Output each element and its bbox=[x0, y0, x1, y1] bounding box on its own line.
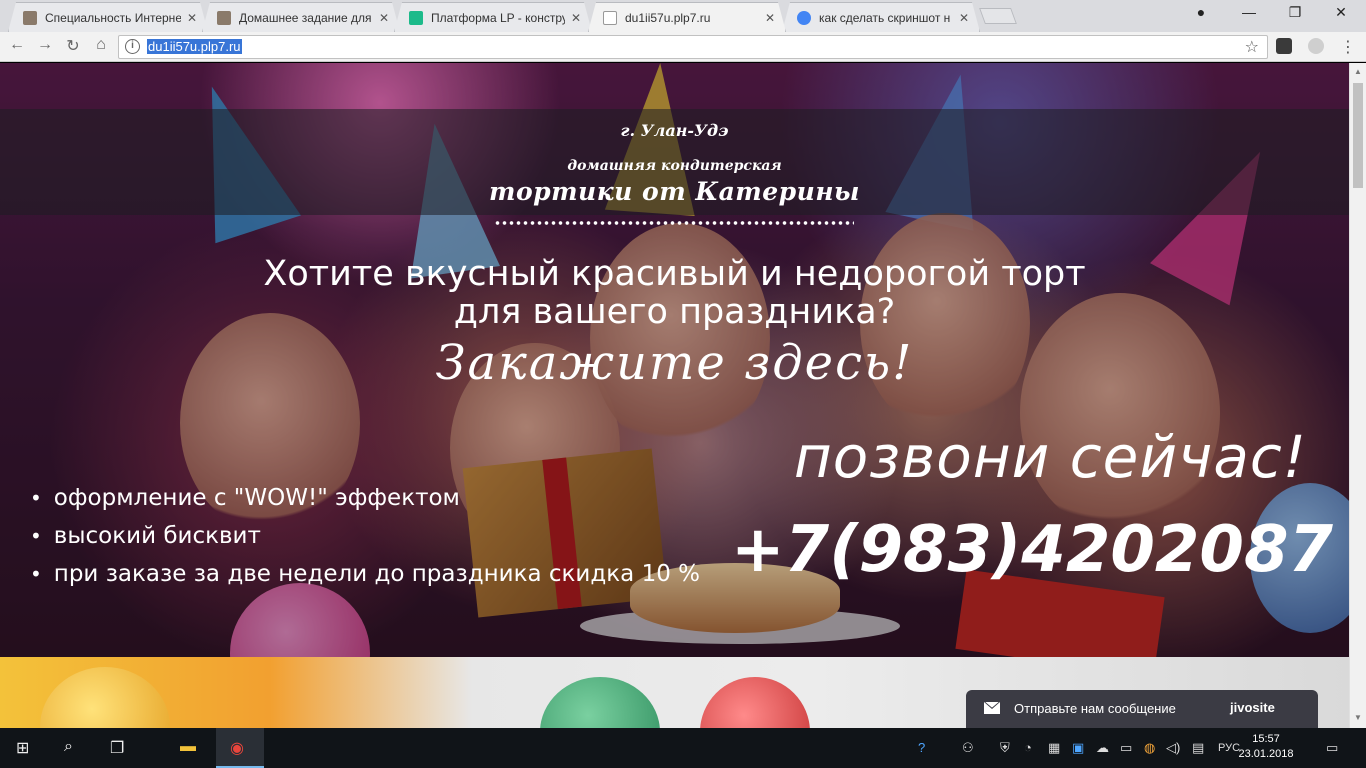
google-favicon-icon bbox=[797, 11, 811, 25]
envelope-icon bbox=[984, 702, 1000, 714]
scroll-down-arrow-icon[interactable]: ▼ bbox=[1354, 713, 1362, 722]
browser-menu-icon[interactable]: ⋮ bbox=[1340, 37, 1356, 57]
notifications-icon[interactable]: ▭ bbox=[1326, 740, 1338, 756]
close-icon[interactable]: ✕ bbox=[379, 11, 389, 25]
search-icon[interactable]: ⌕ bbox=[64, 738, 73, 756]
jivosite-logo: jivosite bbox=[1230, 700, 1275, 715]
balloon-decoration bbox=[700, 677, 810, 728]
extension-icon[interactable] bbox=[1308, 38, 1324, 54]
balloon-decoration bbox=[540, 677, 660, 728]
feature-item: высокий бисквит bbox=[30, 517, 700, 555]
tab-title: du1ii57u.plp7.ru bbox=[625, 10, 711, 25]
tab-title: Специальность Интерне bbox=[45, 10, 181, 25]
chrome-taskbar-button[interactable]: ◉ bbox=[216, 728, 264, 768]
close-icon[interactable]: ✕ bbox=[187, 11, 197, 25]
reload-icon[interactable]: ↻ bbox=[62, 36, 84, 56]
file-explorer-button[interactable]: ▬ bbox=[166, 728, 214, 768]
browser-tab-3[interactable]: Платформа LP - констру ✕ bbox=[394, 2, 592, 32]
profile-icon[interactable]: ● bbox=[1178, 4, 1224, 20]
forward-arrow-icon[interactable]: → bbox=[34, 36, 56, 54]
page-viewport: г. Улан-Удэ домашняя кондитерская тортик… bbox=[0, 63, 1349, 728]
feature-item: при заказе за две недели до праздника ск… bbox=[30, 555, 700, 593]
tray-app-icon[interactable]: ▦ bbox=[1048, 740, 1060, 756]
browser-tab-5[interactable]: как сделать скриншот н ✕ bbox=[782, 2, 980, 32]
page-scrollbar[interactable]: ▲ ▼ bbox=[1349, 63, 1366, 728]
new-tab-button[interactable] bbox=[979, 8, 1017, 24]
chat-widget-label[interactable]: Отправьте нам сообщение bbox=[1014, 701, 1176, 716]
system-clock[interactable]: 15:57 23.01.2018 bbox=[1236, 732, 1296, 762]
extension-icon[interactable] bbox=[1276, 38, 1292, 54]
balloon-decoration bbox=[40, 667, 170, 728]
tray-app-icon[interactable]: ▣ bbox=[1072, 740, 1084, 756]
keyboard-icon[interactable]: ▤ bbox=[1192, 740, 1204, 756]
clock-date: 23.01.2018 bbox=[1238, 748, 1294, 760]
headline-line-2: для вашего праздника? bbox=[453, 292, 896, 332]
close-window-button[interactable]: ✕ bbox=[1318, 4, 1364, 21]
network-icon[interactable]: ◔ bbox=[1024, 740, 1032, 755]
call-now-heading: позвони сейчас! bbox=[793, 423, 1307, 491]
platform-lp-favicon-icon bbox=[409, 11, 423, 25]
url-text[interactable]: du1ii57u.plp7.ru bbox=[147, 39, 242, 54]
restore-button[interactable]: ❐ bbox=[1272, 4, 1318, 21]
tab-title: как сделать скриншот н bbox=[819, 10, 951, 25]
browser-tab-4[interactable]: du1ii57u.plp7.ru ✕ bbox=[588, 2, 786, 32]
people-icon[interactable]: ⚇ bbox=[962, 740, 974, 756]
chrome-icon: ◉ bbox=[230, 740, 244, 757]
feature-item: оформление с "WOW!" эффектом bbox=[30, 479, 700, 517]
dotted-divider bbox=[494, 220, 854, 226]
page-favicon-icon bbox=[603, 11, 617, 25]
order-here-heading: Закажите здесь! bbox=[435, 335, 914, 391]
tab-title: Домашнее задание для bbox=[239, 10, 372, 25]
close-icon[interactable]: ✕ bbox=[765, 11, 775, 25]
close-icon[interactable]: ✕ bbox=[959, 11, 969, 25]
brand-subtitle: домашняя кондитерская bbox=[567, 158, 782, 174]
scroll-up-arrow-icon[interactable]: ▲ bbox=[1354, 67, 1362, 76]
phone-number[interactable]: +7(983)4202087 bbox=[731, 513, 1333, 587]
site-favicon-icon bbox=[23, 11, 37, 25]
browser-tab-2[interactable]: Домашнее задание для ✕ bbox=[202, 2, 400, 32]
city-label: г. Улан-Удэ bbox=[620, 121, 729, 140]
bookmark-star-icon[interactable]: ☆ bbox=[1245, 37, 1259, 57]
volume-icon[interactable]: ◁) bbox=[1166, 740, 1180, 756]
chat-widget[interactable]: Отправьте нам сообщение jivosite bbox=[966, 690, 1318, 728]
minimize-button[interactable]: — bbox=[1226, 4, 1272, 20]
brand-logo-text[interactable]: тортики от Катерины bbox=[0, 177, 1349, 206]
close-icon[interactable]: ✕ bbox=[571, 11, 581, 25]
windows-taskbar: ⊞ ⌕ ❐ ▬ ◉ ? ⚇ ⛨ ◔ ▦ ▣ ☁ ▭ ◍ ◁) ▤ РУС 15:… bbox=[0, 728, 1366, 768]
hero-headline: Хотите вкусный красивый и недорогой торт… bbox=[0, 255, 1349, 331]
clock-time: 15:57 bbox=[1252, 733, 1280, 745]
windows-start-icon[interactable]: ⊞ bbox=[16, 738, 29, 758]
cloud-icon[interactable]: ☁ bbox=[1096, 740, 1109, 756]
scrollbar-thumb[interactable] bbox=[1353, 83, 1363, 188]
features-list: оформление с "WOW!" эффектом высокий бис… bbox=[30, 479, 700, 593]
address-bar[interactable]: i du1ii57u.plp7.ru ☆ bbox=[118, 35, 1268, 59]
back-arrow-icon[interactable]: ← bbox=[6, 36, 28, 54]
headline-line-1: Хотите вкусный красивый и недорогой торт bbox=[263, 254, 1086, 294]
browser-tab-1[interactable]: Специальность Интерне ✕ bbox=[8, 2, 208, 32]
site-favicon-icon bbox=[217, 11, 231, 25]
site-info-icon[interactable]: i bbox=[125, 39, 140, 54]
security-icon[interactable]: ⛨ bbox=[1000, 740, 1010, 756]
hero-section: г. Улан-Удэ домашняя кондитерская тортик… bbox=[0, 63, 1349, 657]
battery-icon[interactable]: ▭ bbox=[1120, 740, 1132, 756]
tab-strip: Специальность Интерне ✕ Домашнее задание… bbox=[0, 0, 1366, 32]
browser-toolbar: ← → ↻ ⌂ i du1ii57u.plp7.ru ☆ ⋮ bbox=[0, 32, 1366, 62]
tab-title: Платформа LP - констру bbox=[431, 10, 565, 25]
home-icon[interactable]: ⌂ bbox=[90, 36, 112, 54]
folder-icon: ▬ bbox=[180, 738, 196, 755]
task-view-icon[interactable]: ❐ bbox=[110, 738, 124, 758]
help-icon[interactable]: ? bbox=[918, 740, 925, 755]
tray-app-icon[interactable]: ◍ bbox=[1144, 740, 1155, 756]
